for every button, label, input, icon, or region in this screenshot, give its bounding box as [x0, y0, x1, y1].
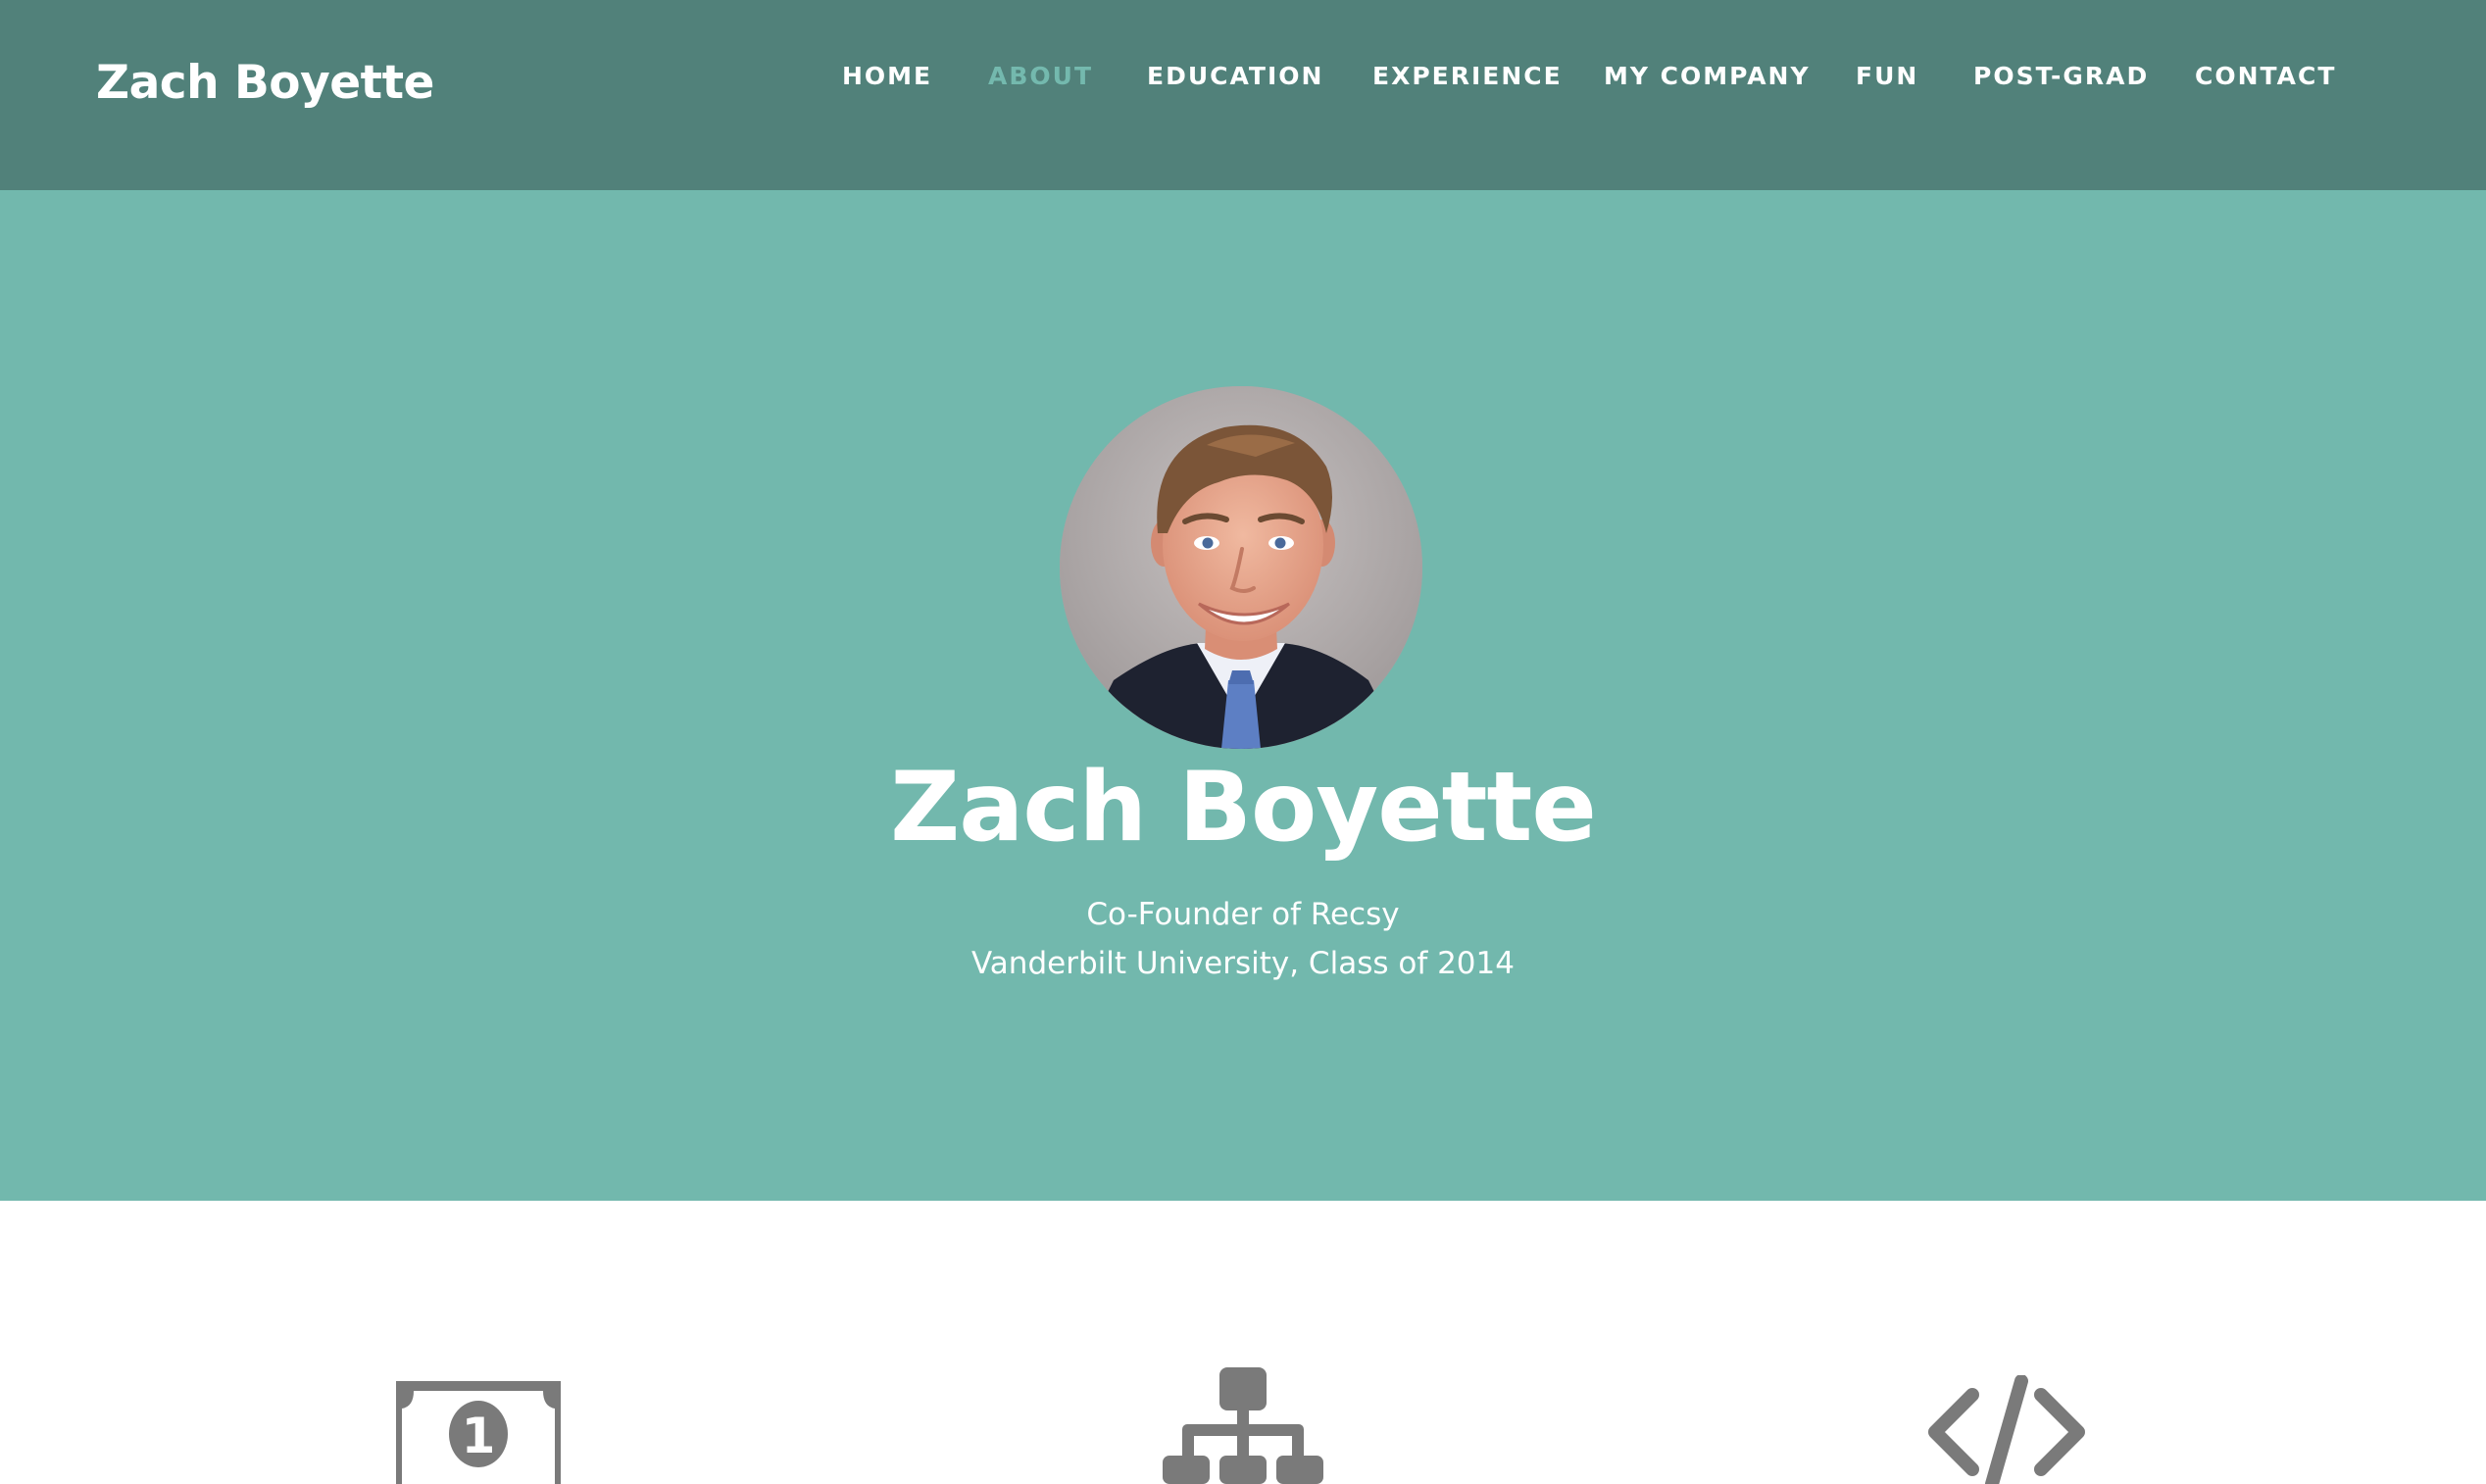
- nav-fun[interactable]: FUN: [1856, 59, 1918, 94]
- nav-about[interactable]: ABOUT: [988, 59, 1093, 94]
- code-icon: [1928, 1375, 2085, 1484]
- svg-text:1: 1: [462, 1408, 496, 1464]
- profile-photo: [1060, 386, 1422, 749]
- nav-home[interactable]: HOME: [842, 59, 932, 94]
- nav-my-company[interactable]: MY COMPANY: [1604, 59, 1811, 94]
- nav-post-grad[interactable]: POST-GRAD: [1973, 59, 2149, 94]
- money-bill-icon: 1: [396, 1381, 561, 1484]
- hero-name: Zach Boyette: [890, 752, 1597, 864]
- nav-contact[interactable]: CONTACT: [2195, 59, 2336, 94]
- sitemap-icon: [1163, 1367, 1323, 1484]
- nav-experience[interactable]: EXPERIENCE: [1372, 59, 1563, 94]
- hero-section: Zach Boyette Co-Founder of Recsy Vanderb…: [0, 190, 2486, 1201]
- hero-subtitle-role: Co-Founder of Recsy: [1086, 897, 1400, 932]
- avatar: [1060, 386, 1422, 749]
- nav-education[interactable]: EDUCATION: [1147, 59, 1323, 94]
- hero-subtitle-school: Vanderbilt University, Class of 2014: [971, 946, 1515, 981]
- brand-link[interactable]: Zach Boyette: [96, 49, 434, 118]
- navbar: Zach Boyette HOME ABOUT EDUCATION EXPERI…: [0, 0, 2486, 190]
- features-section: 1: [0, 1201, 2486, 1484]
